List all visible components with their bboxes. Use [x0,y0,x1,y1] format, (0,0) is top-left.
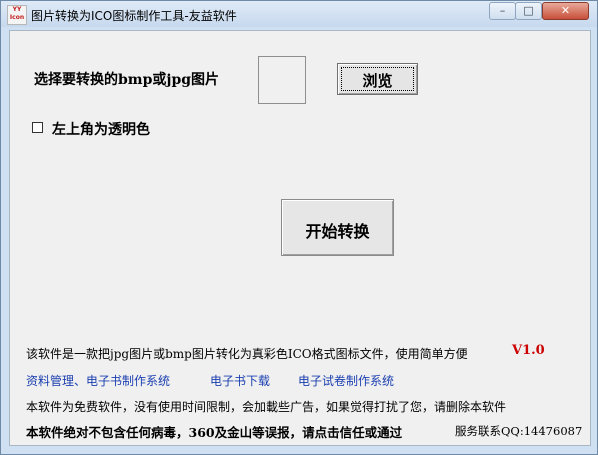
link-ebook-download[interactable]: 电子书下载 [210,372,270,389]
description-text: 该软件是一款把jpg图片或bmp图片转化为真彩色ICO格式图标文件，使用简单方便 [26,347,468,361]
image-preview [258,56,306,104]
minimize-icon: – [499,4,506,17]
window-title: 图片转换为ICO图标制作工具-友益软件 [31,9,237,23]
version-label: V1.0 [512,343,545,358]
browse-button-label: 浏览 [362,72,393,90]
link-data-management[interactable]: 资料管理、电子书制作系统 [26,372,170,389]
app-logo-icon: YY Icon [7,5,27,25]
maximize-button[interactable]: □ [515,2,542,20]
minimize-button[interactable]: – [489,2,516,20]
app-window: YY Icon 图片转换为ICO图标制作工具-友益软件 – □ ✕ 选择要转换的… [0,0,598,455]
transparent-checkbox-label[interactable]: 左上角为透明色 [52,119,150,139]
free-software-notice: 本软件为免费软件，没有使用时间限制，会加載些广告，如果觉得打扰了您，请删除本软件 [26,400,507,414]
close-button[interactable]: ✕ [542,2,589,20]
main-panel: 选择要转换的bmp或jpg图片 浏览 左上角为透明色 开始转换 该软件是一款把j… [9,30,591,446]
start-convert-button[interactable]: 开始转换 [281,199,394,256]
title-bar[interactable]: YY Icon 图片转换为ICO图标制作工具-友益软件 – □ ✕ [1,1,597,27]
contact-info: 服务联系QQ:14476087 [455,424,583,438]
browse-button[interactable]: 浏览 [337,63,418,95]
link-exam-system[interactable]: 电子试卷制作系统 [298,372,394,389]
maximize-icon: □ [523,4,534,17]
start-convert-label: 开始转换 [305,222,370,241]
virus-notice: 本软件绝对不包含任何病毒，360及金山等误报，请点击信任或通过 [26,425,403,440]
close-icon: ✕ [560,4,571,17]
select-image-label: 选择要转换的bmp或jpg图片 [34,72,220,88]
transparent-checkbox[interactable] [32,122,43,133]
